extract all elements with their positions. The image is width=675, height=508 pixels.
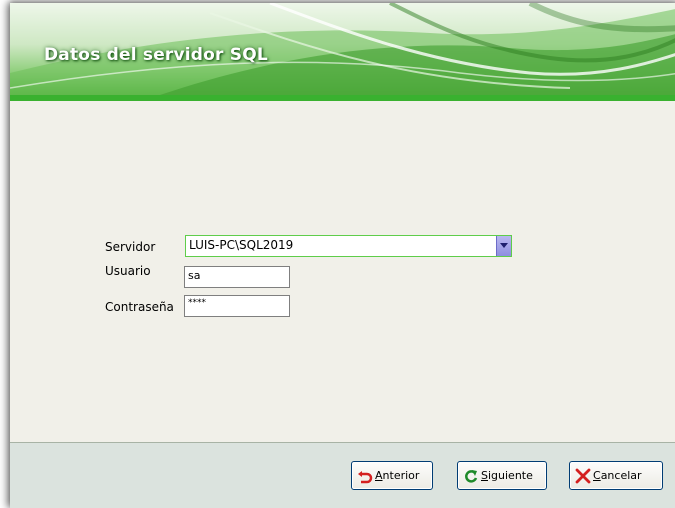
cancelar-label: ancelar: [600, 469, 642, 482]
anterior-mnemonic: A: [375, 469, 383, 482]
cancelar-mnemonic: C: [593, 469, 601, 482]
usuario-field[interactable]: sa: [184, 266, 290, 288]
red-x-icon: [575, 468, 591, 484]
refresh-arrow-icon: [463, 468, 479, 484]
cancelar-button[interactable]: Cancelar: [569, 461, 663, 490]
back-arrow-icon: [357, 468, 373, 484]
form-area: Servidor LUIS-PC\SQL2019 Usuario sa Cont…: [10, 101, 675, 442]
usuario-label: Usuario: [105, 264, 151, 278]
anterior-button[interactable]: Anterior: [351, 461, 433, 490]
wizard-window: Datos del servidor SQL Servidor LUIS-PC\…: [10, 3, 675, 508]
dropdown-arrow-icon[interactable]: [496, 236, 511, 256]
anterior-label: nterior: [382, 469, 420, 482]
siguiente-button[interactable]: Siguiente: [457, 461, 547, 490]
siguiente-mnemonic: S: [481, 469, 488, 482]
footer-bar: Anterior Siguiente Cancelar: [10, 443, 675, 508]
siguiente-label: iguiente: [487, 469, 533, 482]
header-banner: Datos del servidor SQL: [10, 3, 675, 95]
servidor-combobox[interactable]: LUIS-PC\SQL2019: [185, 235, 512, 257]
page-title: Datos del servidor SQL: [44, 45, 268, 65]
contrasena-label: Contraseña: [105, 300, 174, 314]
servidor-label: Servidor: [105, 240, 156, 254]
password-field[interactable]: ****: [184, 295, 290, 317]
servidor-value: LUIS-PC\SQL2019: [189, 238, 294, 252]
